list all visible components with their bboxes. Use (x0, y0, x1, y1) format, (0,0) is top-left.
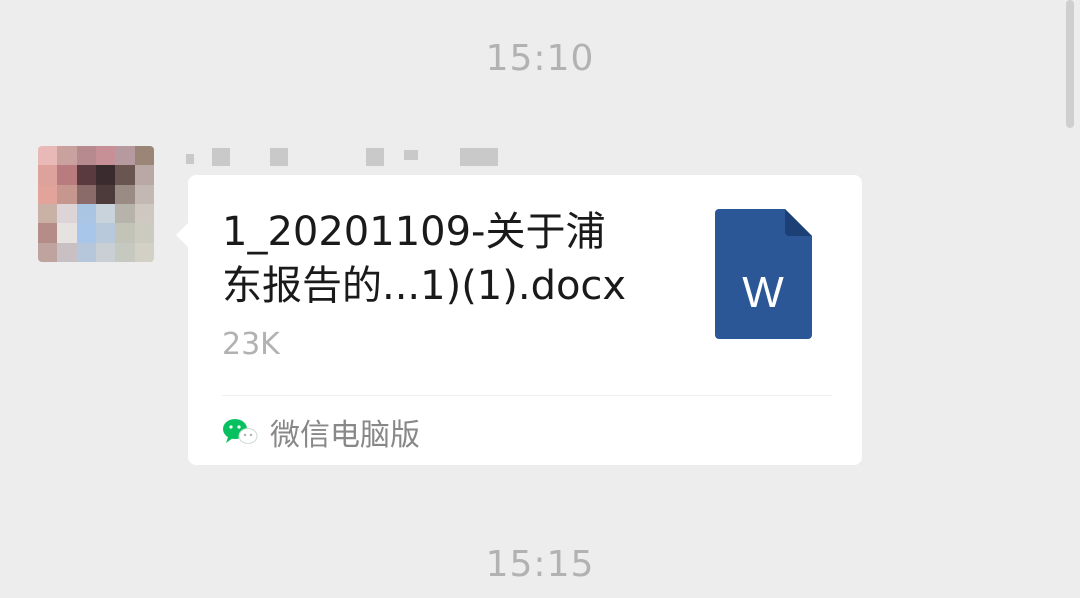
source-row: 微信电脑版 (222, 410, 420, 454)
avatar[interactable] (38, 146, 154, 262)
sender-name-redacted (186, 146, 506, 166)
chat-screen: 15:10 1_20201109-关于浦 东报告的...1)(1).docx 2… (0, 0, 1080, 598)
word-document-icon: W (715, 209, 812, 339)
file-message-bubble[interactable]: 1_20201109-关于浦 东报告的...1)(1).docx 23K W 微… (176, 175, 862, 465)
source-label: 微信电脑版 (270, 418, 420, 453)
bubble-tail (176, 223, 188, 247)
message-timestamp: 15:10 (485, 38, 595, 79)
file-size: 23K (222, 327, 280, 362)
file-name: 1_20201109-关于浦 东报告的...1)(1).docx (222, 209, 627, 309)
wechat-icon (223, 419, 258, 444)
message-timestamp: 15:15 (485, 544, 595, 585)
divider (222, 395, 832, 396)
word-icon-letter: W (742, 268, 784, 317)
